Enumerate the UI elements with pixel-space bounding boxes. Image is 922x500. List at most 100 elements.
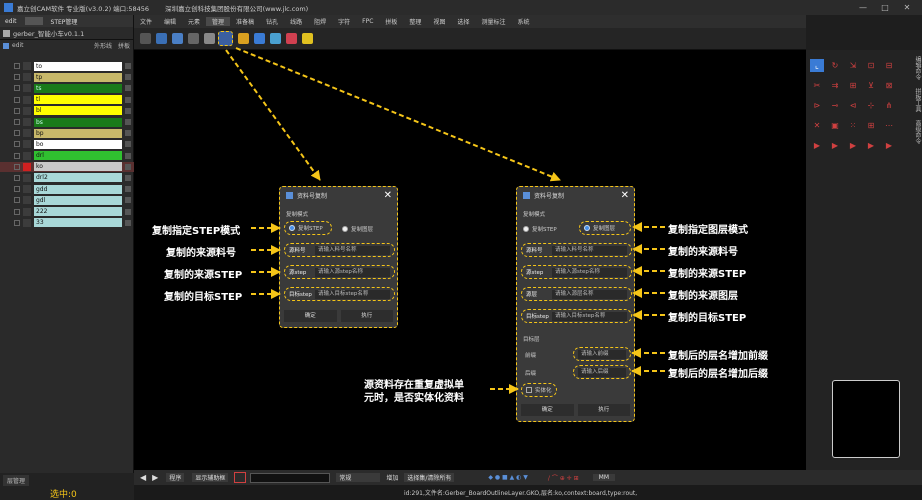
draw-tools-icon[interactable]: / ⌒ ⊕ ✛ ⊞ (548, 473, 579, 482)
prefix-field[interactable]: 请输入前缀 (573, 347, 631, 361)
select-clear-button[interactable]: 选择集/清除所有 (404, 473, 455, 482)
menu-item[interactable]: 文件 (134, 17, 158, 26)
layer-swatch[interactable] (23, 207, 31, 216)
menu-item[interactable]: 测量标注 (475, 17, 511, 26)
layer-row[interactable]: bp (0, 128, 134, 138)
radio-layer-box[interactable]: 复制图层 (579, 221, 631, 235)
source-step-field[interactable]: 源step 请输入源step名称 (521, 265, 632, 279)
run-button[interactable]: 执行 (340, 310, 393, 322)
layer-swatch[interactable] (23, 173, 31, 182)
layer-red-icon[interactable] (286, 33, 297, 44)
frame-icon[interactable] (234, 472, 247, 483)
materialize-box[interactable]: 实体化 (521, 383, 557, 397)
tool-icon[interactable]: ⊞ (846, 79, 860, 92)
unit-combo[interactable]: 常规 (336, 473, 381, 482)
radio-layer-dot[interactable] (584, 225, 590, 231)
layer-row[interactable]: bl (0, 106, 134, 116)
layer-row[interactable]: 33 (0, 218, 134, 228)
layer-swatch[interactable] (23, 151, 31, 160)
layer-swatch[interactable] (23, 196, 31, 205)
tool-icon[interactable]: ▶ (810, 139, 824, 152)
tab-step-manager[interactable]: STEP管理 (46, 17, 83, 26)
add-button[interactable]: 增加 (386, 473, 398, 482)
radio-step[interactable]: 复制STEP (523, 225, 557, 233)
source-layer-input[interactable]: 请输入源层名称 (552, 289, 627, 299)
side-label-edit[interactable]: 编辑命令 (914, 56, 921, 80)
menu-item[interactable]: 系统 (511, 17, 535, 26)
tool-icon[interactable]: ↻ (828, 59, 842, 72)
layer-edit-icon[interactable] (125, 63, 131, 70)
layer-checkbox[interactable] (14, 174, 20, 181)
shape-tools-icon[interactable]: ◆ ● ■ ▲ ◐ ▼ (488, 474, 528, 481)
tool-icon[interactable]: ✕ (810, 119, 824, 132)
layer-swatch[interactable] (23, 84, 31, 93)
side-label-panel-tool[interactable]: 拼板工具 (914, 88, 921, 112)
layer-row[interactable]: gdd (0, 184, 134, 194)
source-job-field[interactable]: 源料号 请输入料号名称 (284, 243, 395, 257)
suffix-input[interactable]: 请输入后缀 (578, 367, 626, 377)
layer-row[interactable]: to (0, 61, 134, 71)
target-step-dropdown[interactable]: 目标step (526, 312, 552, 320)
layer-checkbox[interactable] (14, 219, 20, 226)
layer-checkbox[interactable] (14, 119, 20, 126)
tool-icon[interactable]: ✂ (810, 79, 824, 92)
layer-edit-icon[interactable] (125, 130, 131, 137)
layer-edit-icon[interactable] (125, 74, 131, 81)
layers-tool-icon[interactable] (172, 33, 183, 44)
layer-swatch[interactable] (23, 129, 31, 138)
layer-checkbox[interactable] (14, 163, 20, 170)
layer-edit-icon[interactable] (125, 174, 131, 181)
command-input[interactable] (250, 472, 331, 483)
maximize-icon[interactable]: □ (874, 3, 896, 12)
tool-icon[interactable]: ⊠ (882, 79, 896, 92)
target-step-field[interactable]: 目标step 请输入目标step名称 (521, 309, 632, 323)
layer-row[interactable]: gdl (0, 195, 134, 205)
tool-icon[interactable]: ⇉ (828, 79, 842, 92)
layer-row[interactable]: ts (0, 83, 134, 93)
layer-swatch[interactable] (23, 162, 31, 171)
ok-button[interactable]: 确定 (284, 310, 337, 322)
layer-swatch[interactable] (23, 73, 31, 82)
layer-row[interactable]: tl (0, 95, 134, 105)
layer-checkbox[interactable] (14, 208, 20, 215)
source-job-input[interactable]: 请输入料号名称 (315, 245, 390, 255)
menu-item[interactable]: 拼板 (379, 17, 403, 26)
radio-step-dot[interactable] (289, 225, 295, 231)
tool-icon[interactable]: ⊲ (846, 99, 860, 112)
radio-layer-dot[interactable] (342, 226, 348, 232)
layer-row[interactable]: tp (0, 72, 134, 82)
step-row[interactable]: edit 外形线 拼板 (0, 40, 133, 51)
grid-tool-icon[interactable] (156, 33, 167, 44)
copy-tool-icon[interactable] (204, 33, 215, 44)
menu-item[interactable]: 钻孔 (260, 17, 284, 26)
source-job-field[interactable]: 源料号 请输入料号名称 (521, 243, 632, 257)
stack-tool-icon[interactable] (254, 33, 265, 44)
layer-edit-icon[interactable] (125, 141, 131, 148)
layer-edit-icon[interactable] (125, 107, 131, 114)
source-layer-dropdown[interactable]: 源层 (526, 290, 552, 298)
close-icon[interactable]: ✕ (384, 190, 392, 201)
side-label-advanced[interactable]: 高级命令 (914, 120, 921, 144)
work-canvas[interactable] (134, 50, 806, 470)
layer-checkbox[interactable] (14, 152, 20, 159)
tab-edit[interactable]: edit (0, 18, 22, 25)
layer-checkbox[interactable] (14, 74, 20, 81)
layer-swatch[interactable] (23, 118, 31, 127)
menu-item[interactable]: 线路 (284, 17, 308, 26)
layer-checkbox[interactable] (14, 107, 20, 114)
source-job-dropdown[interactable]: 源料号 (526, 246, 552, 254)
layer-checkbox[interactable] (14, 186, 20, 193)
tool-icon[interactable]: ⊸ (828, 99, 842, 112)
layer-swatch[interactable] (23, 218, 31, 227)
target-step-dropdown[interactable]: 目标step (289, 290, 315, 298)
layer-row[interactable]: drl (0, 151, 134, 161)
layer-swatch[interactable] (23, 62, 31, 71)
source-step-dropdown[interactable]: 源step (289, 268, 315, 276)
tab-blank[interactable] (24, 17, 43, 25)
unit-select[interactable]: MM (592, 474, 616, 481)
tool-icon[interactable]: ⁙ (846, 119, 860, 132)
prefix-input[interactable]: 请输入前缀 (578, 349, 626, 359)
layer-edit-icon[interactable] (125, 152, 131, 159)
layer-checkbox[interactable] (14, 96, 20, 103)
run-button[interactable]: 执行 (577, 404, 630, 416)
